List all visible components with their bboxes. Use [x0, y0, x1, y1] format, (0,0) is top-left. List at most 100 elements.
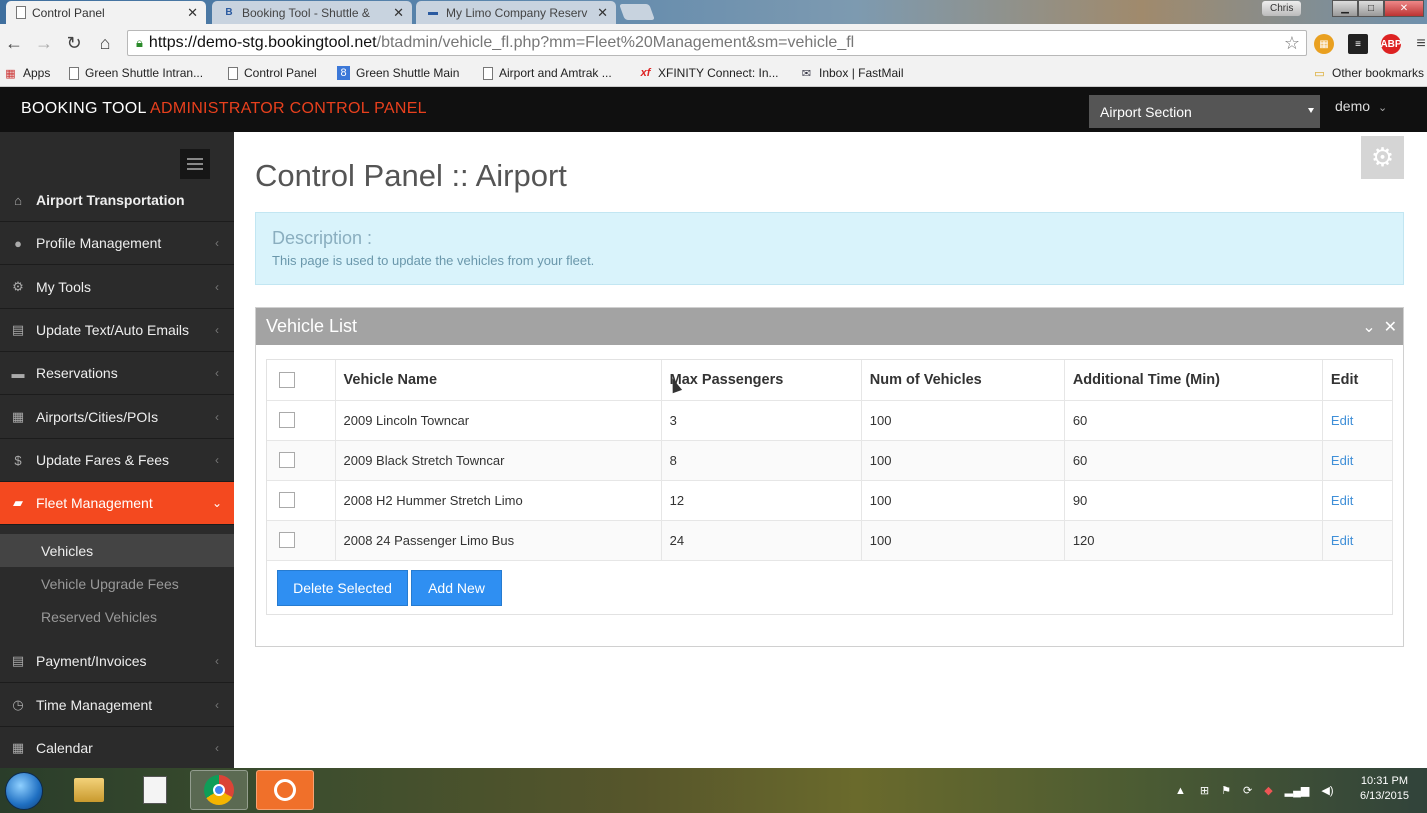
- sidebar-item-update-fares[interactable]: $ Update Fares & Fees ‹: [0, 439, 234, 482]
- back-arrow-icon[interactable]: ←: [3, 32, 25, 54]
- signal-icon[interactable]: ▂▄▆: [1285, 784, 1310, 797]
- forward-arrow-icon[interactable]: →: [33, 32, 55, 54]
- tab-my-limo[interactable]: ▬ My Limo Company Reserv ✕: [416, 1, 616, 24]
- bookmark-other[interactable]: ▭ Other bookmarks: [1313, 66, 1424, 80]
- column-header[interactable]: Max Passengers: [661, 360, 862, 401]
- maximize-icon[interactable]: □: [1358, 0, 1384, 17]
- collapse-chevron-icon[interactable]: ⌄: [1362, 319, 1375, 336]
- sidebar: ⌂ Airport Transportation ● Profile Manag…: [0, 132, 242, 770]
- row-checkbox[interactable]: [279, 532, 295, 549]
- mail-icon: ✉: [801, 67, 812, 80]
- delete-selected-button[interactable]: Delete Selected: [277, 570, 408, 606]
- settings-gear-button[interactable]: ⚙: [1361, 136, 1404, 179]
- app-header: BOOKING TOOL ADMINISTRATOR CONTROL PANEL…: [0, 87, 1427, 132]
- bookmark-apps[interactable]: ▦ Apps: [4, 66, 50, 80]
- sidebar-subitem-vehicle-upgrade-fees[interactable]: Vehicle Upgrade Fees: [0, 567, 234, 600]
- close-icon[interactable]: ✕: [1384, 319, 1397, 336]
- chevron-left-icon: ‹: [215, 453, 219, 467]
- sidebar-subitem-label: Vehicle Upgrade Fees: [41, 575, 179, 592]
- sidebar-item-calendar[interactable]: ▦ Calendar ‹: [0, 727, 234, 770]
- tab-booking-tool[interactable]: B Booking Tool - Shuttle & ✕: [212, 1, 412, 24]
- close-icon[interactable]: ✕: [187, 5, 198, 21]
- adblock-icon[interactable]: ABP: [1380, 34, 1402, 54]
- address-bar[interactable]: 🔒︎ https://demo-stg.bookingtool.net/btad…: [127, 30, 1307, 56]
- add-new-button[interactable]: Add New: [411, 570, 502, 606]
- sync-icon[interactable]: ⟳: [1243, 784, 1252, 797]
- antivirus-icon[interactable]: ◆: [1264, 784, 1272, 797]
- edit-link[interactable]: Edit: [1331, 493, 1353, 508]
- gear-icon: ⚙: [1370, 142, 1395, 172]
- sidebar-item-payment[interactable]: ▤ Payment/Invoices ‹: [0, 640, 234, 683]
- sidebar-item-airport-transportation[interactable]: ⌂ Airport Transportation: [0, 179, 234, 222]
- row-checkbox[interactable]: [279, 412, 295, 429]
- xfinity-icon: xf: [640, 67, 651, 79]
- chrome-button[interactable]: [190, 770, 248, 810]
- column-header[interactable]: Additional Time (Min): [1064, 360, 1323, 401]
- sidebar-item-fleet-management[interactable]: ▰ Fleet Management ⌄: [0, 482, 242, 525]
- sidebar-subitem-reserved-vehicles[interactable]: Reserved Vehicles: [0, 600, 234, 633]
- vehicle-name: 2008 24 Passenger Limo Bus: [335, 520, 662, 561]
- notepad-button[interactable]: [126, 770, 184, 810]
- buffer-extension-icon[interactable]: ≡: [1348, 34, 1368, 54]
- bookmark-airport-amtrak[interactable]: Airport and Amtrak ...: [483, 66, 612, 80]
- select-all-checkbox[interactable]: [279, 371, 295, 388]
- sidebar-item-airports[interactable]: ▦ Airports/Cities/POIs ‹: [0, 396, 234, 439]
- row-checkbox[interactable]: [279, 452, 295, 469]
- windows-icon[interactable]: ⊞: [1200, 784, 1209, 797]
- taskbar-clock[interactable]: 10:31 PM 6/13/2015: [1360, 774, 1409, 804]
- edit-link[interactable]: Edit: [1331, 453, 1353, 468]
- bookmark-star-icon[interactable]: ☆: [1284, 33, 1300, 54]
- vehicle-name: 2008 H2 Hummer Stretch Limo: [335, 480, 662, 521]
- tab-control-panel[interactable]: Control Panel ✕: [6, 1, 206, 24]
- sidebar-item-reservations[interactable]: ▬ Reservations ‹: [0, 352, 234, 395]
- bookmark-control-panel[interactable]: Control Panel: [228, 66, 317, 80]
- sidebar-item-time-management[interactable]: ◷ Time Management ‹: [0, 684, 234, 727]
- section-select[interactable]: Airport Section: [1089, 95, 1320, 128]
- user-menu[interactable]: demo ⌄: [1335, 98, 1387, 114]
- chrome-menu-icon[interactable]: ≡: [1410, 33, 1427, 55]
- chrome-icon: [204, 775, 234, 805]
- sidebar-item-update-text[interactable]: ▤ Update Text/Auto Emails ‹: [0, 309, 234, 352]
- edit-link[interactable]: Edit: [1331, 413, 1353, 428]
- sidebar-subitem-label: Reserved Vehicles: [41, 608, 157, 625]
- edit-cell: Edit: [1322, 480, 1394, 521]
- reload-icon[interactable]: ↻: [63, 32, 85, 54]
- column-header[interactable]: Vehicle Name: [335, 360, 662, 401]
- file-explorer-button[interactable]: [60, 770, 118, 810]
- volume-icon[interactable]: ◀): [1321, 784, 1333, 797]
- dollar-icon: $: [14, 452, 22, 468]
- bookmark-green-shuttle-main[interactable]: 8 Green Shuttle Main: [337, 66, 459, 80]
- close-icon[interactable]: ✕: [393, 5, 404, 21]
- lock-icon: 🔒︎: [136, 35, 143, 50]
- bookmark-label: Green Shuttle Intran...: [85, 66, 204, 80]
- new-tab-button[interactable]: [619, 4, 655, 20]
- extension-icon[interactable]: ▦: [1314, 34, 1334, 54]
- sidebar-toggle-button[interactable]: [180, 149, 210, 179]
- bookmark-fastmail[interactable]: ✉ Inbox | FastMail: [800, 66, 904, 80]
- calendar-icon: ▦: [11, 740, 25, 755]
- minimize-icon[interactable]: ▁: [1332, 0, 1358, 17]
- bookmark-xfinity[interactable]: xf XFINITY Connect: In...: [639, 66, 779, 80]
- vehicle-name: 2009 Black Stretch Towncar: [335, 440, 662, 481]
- recorder-button[interactable]: [256, 770, 314, 810]
- window-close-icon[interactable]: ✕: [1384, 0, 1424, 17]
- home-icon[interactable]: ⌂: [94, 32, 116, 54]
- profile-button[interactable]: Chris: [1262, 1, 1302, 16]
- show-hidden-icons-icon[interactable]: ▲: [1175, 785, 1186, 797]
- max-passengers: 8: [661, 440, 862, 481]
- page-icon: [69, 66, 79, 80]
- edit-link[interactable]: Edit: [1331, 533, 1353, 548]
- sidebar-item-profile-management[interactable]: ● Profile Management ‹: [0, 222, 234, 265]
- start-button[interactable]: [5, 772, 43, 810]
- tab-title: Control Panel: [32, 5, 105, 20]
- brand-accent: ADMINISTRATOR CONTROL PANEL: [150, 100, 427, 117]
- bookmark-green-shuttle-intranet[interactable]: Green Shuttle Intran...: [69, 66, 203, 80]
- column-header[interactable]: Num of Vehicles: [861, 360, 1065, 401]
- flag-icon[interactable]: ⚑: [1221, 784, 1231, 797]
- sidebar-item-my-tools[interactable]: ⚙ My Tools ‹: [0, 266, 234, 309]
- menu-icon: [187, 163, 203, 165]
- edit-cell: Edit: [1322, 400, 1394, 441]
- row-checkbox[interactable]: [279, 492, 295, 509]
- close-icon[interactable]: ✕: [597, 5, 608, 21]
- sidebar-subitem-vehicles[interactable]: Vehicles: [0, 534, 234, 567]
